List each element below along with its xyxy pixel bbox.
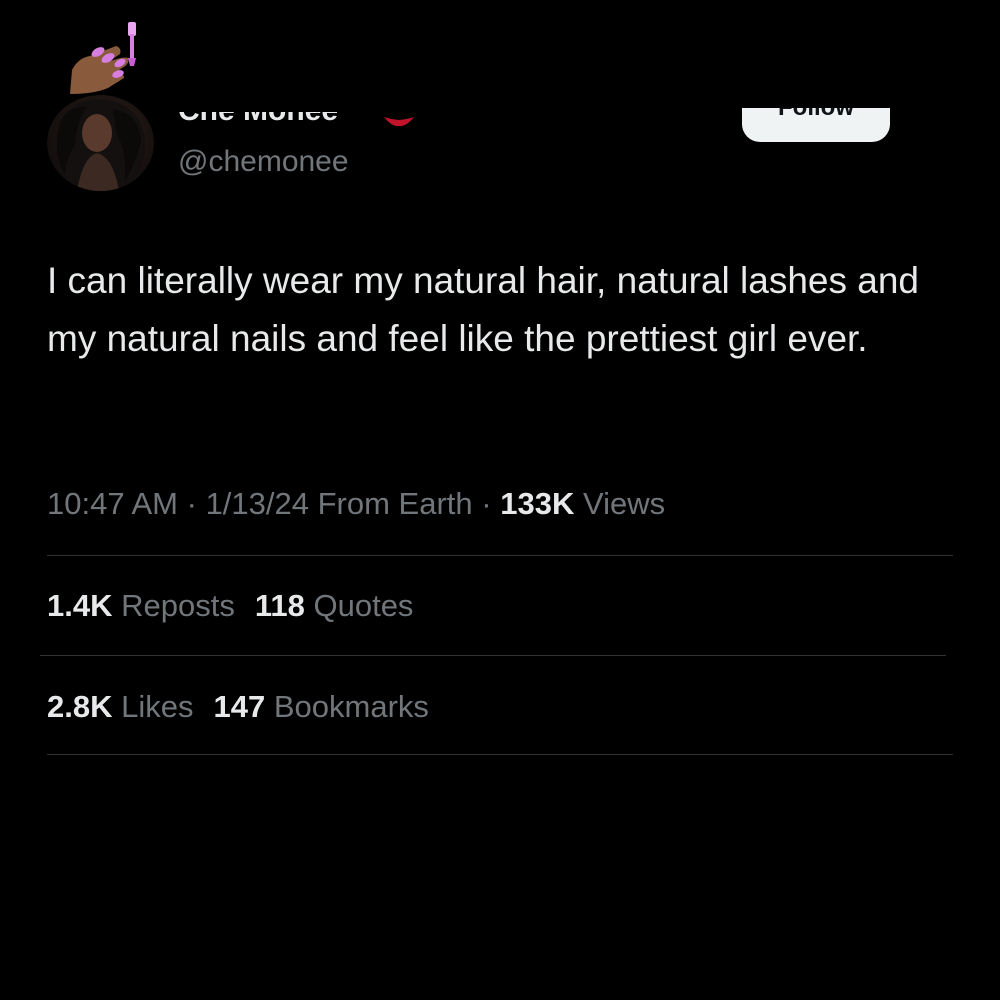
likes-label: Likes [121, 689, 194, 724]
reposts-count: 1.4K [47, 588, 113, 623]
nail-polish-icon [64, 18, 144, 98]
tweet-meta: 10:47 AM · 1/13/24 From Earth · 133K Vie… [47, 484, 665, 524]
reposts-stat[interactable]: 1.4K Reposts [47, 588, 235, 623]
lips-icon [382, 116, 416, 128]
likes-stat[interactable]: 2.8K Likes [47, 689, 193, 724]
avatar[interactable] [47, 95, 154, 191]
views-label: Views [582, 486, 666, 521]
follow-button[interactable]: Follow [742, 108, 890, 142]
divider [40, 655, 946, 656]
user-handle[interactable]: @chemonee [178, 144, 349, 180]
views-count: 133K [500, 486, 575, 521]
display-name[interactable]: Che Monee [178, 112, 378, 128]
meta-separator: · [481, 486, 492, 521]
engagement-row-likes: 2.8K Likes 147 Bookmarks [47, 687, 429, 727]
tweet-text: I can literally wear my natural hair, na… [47, 260, 919, 359]
tweet-date[interactable]: 1/13/24 [206, 486, 309, 521]
bookmarks-stat[interactable]: 147 Bookmarks [213, 689, 428, 724]
reposts-label: Reposts [121, 588, 235, 623]
likes-count: 2.8K [47, 689, 113, 724]
quotes-stat[interactable]: 118 Quotes [255, 588, 414, 623]
quotes-label: Quotes [313, 588, 414, 623]
divider [47, 754, 953, 755]
engagement-row-reposts: 1.4K Reposts 118 Quotes [47, 586, 413, 626]
bookmarks-label: Bookmarks [273, 689, 429, 724]
tweet-source: From Earth [317, 486, 473, 521]
tweet-time: 10:47 AM [47, 486, 178, 521]
divider [47, 555, 953, 556]
quotes-count: 118 [254, 588, 305, 623]
bookmarks-count: 147 [213, 689, 266, 724]
meta-separator: · [186, 486, 197, 521]
